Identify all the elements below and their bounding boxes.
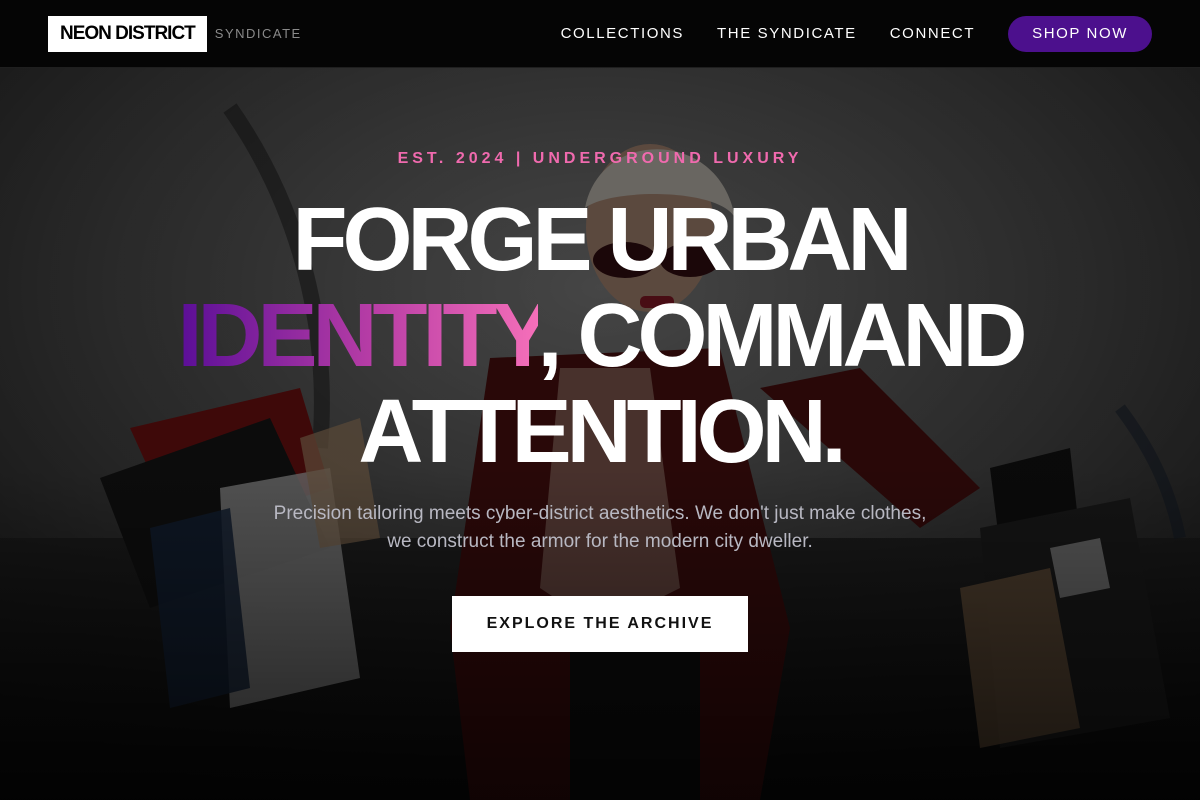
brand-sub-label: SYNDICATE — [214, 26, 302, 41]
nav-link-collections[interactable]: COLLECTIONS — [561, 25, 684, 42]
nav-links: COLLECTIONS THE SYNDICATE CONNECT SHOP N… — [561, 15, 1152, 52]
headline-accent-word: IDENTITY — [177, 286, 543, 386]
hero-eyebrow: EST. 2024 | UNDERGROUND LUXURY — [397, 150, 803, 167]
shop-now-button[interactable]: SHOP NOW — [1008, 15, 1152, 52]
headline-line-3: ATTENTION. — [358, 382, 846, 482]
hero-headline: FORGE URBAN IDENTITY, COMMAND ATTENTION. — [0, 192, 1200, 480]
nav-link-connect[interactable]: CONNECT — [890, 25, 975, 42]
headline-line-2-rest: , COMMAND — [537, 286, 1028, 386]
hero-content: EST. 2024 | UNDERGROUND LUXURY FORGE URB… — [0, 68, 1200, 800]
hero-section: EST. 2024 | UNDERGROUND LUXURY FORGE URB… — [0, 68, 1200, 800]
hero-subtext: Precision tailoring meets cyber-district… — [273, 503, 927, 552]
headline-line-1: FORGE URBAN — [292, 190, 913, 290]
nav-link-the-syndicate[interactable]: THE SYNDICATE — [717, 25, 857, 42]
top-navigation: NEON DISTRICT SYNDICATE COLLECTIONS THE … — [0, 0, 1200, 68]
brand-logo[interactable]: NEON DISTRICT — [48, 15, 207, 52]
brand-logo-text: NEON DISTRICT — [60, 22, 196, 44]
explore-archive-button[interactable]: EXPLORE THE ARCHIVE — [452, 596, 748, 652]
